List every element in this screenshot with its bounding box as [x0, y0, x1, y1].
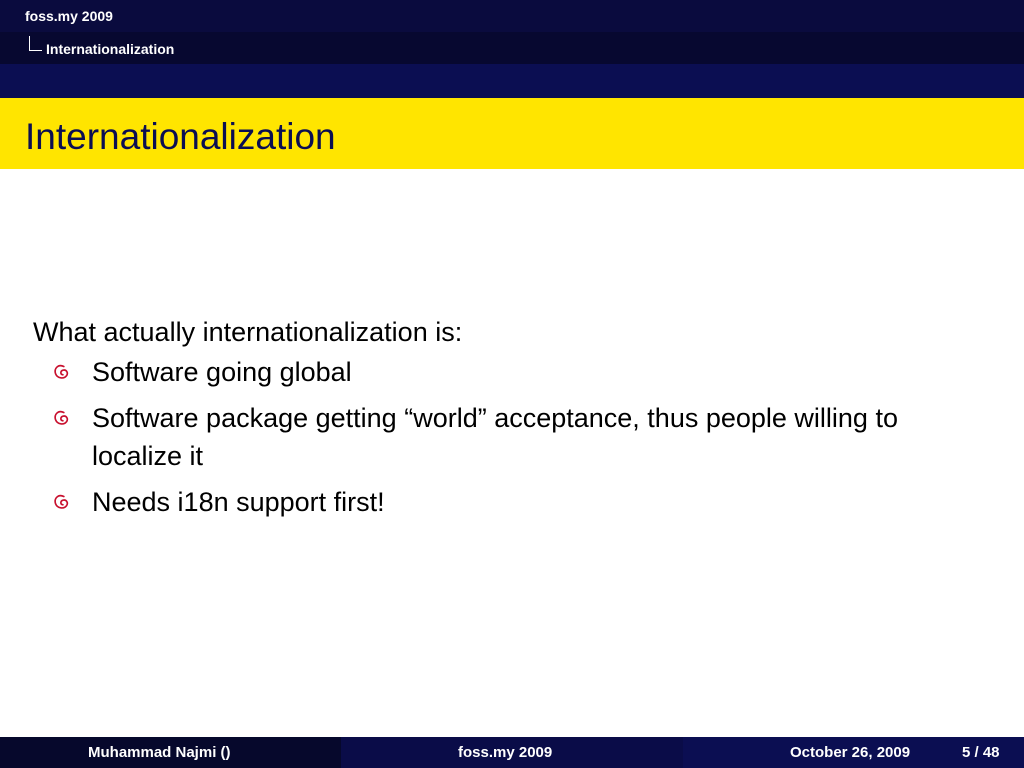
bullet-text: Needs i18n support first!	[92, 487, 385, 517]
bullet-text: Software package getting “world” accepta…	[92, 403, 898, 471]
debian-swirl-icon	[54, 494, 69, 509]
slide-title: Internationalization	[25, 116, 336, 157]
bullet-list: Software going global Software package g…	[33, 353, 993, 521]
nav-band	[0, 64, 1024, 98]
debian-swirl-icon	[54, 410, 69, 425]
list-item: Needs i18n support first!	[33, 483, 993, 521]
section-nav: Internationalization	[0, 32, 1024, 64]
section-link[interactable]: Internationalization	[46, 41, 174, 57]
conference-name[interactable]: foss.my 2009	[25, 8, 113, 24]
bullet-text: Software going global	[92, 357, 352, 387]
page-number: 5 / 48	[962, 744, 1000, 761]
debian-swirl-icon	[54, 364, 69, 379]
footer-author-cell: Muhammad Najmi ()	[0, 737, 341, 768]
footer-date-cell: October 26, 2009 5 / 48	[683, 737, 1024, 768]
footer-date: October 26, 2009	[790, 744, 911, 761]
tree-branch-icon	[29, 36, 42, 51]
intro-text: What actually internationalization is:	[33, 317, 463, 347]
list-item: Software going global	[33, 353, 993, 391]
footer-event: foss.my 2009	[458, 744, 553, 761]
footer-event-cell: foss.my 2009	[341, 737, 683, 768]
header-bar: foss.my 2009	[0, 0, 1024, 32]
footer-author: Muhammad Najmi ()	[88, 744, 231, 761]
title-bar: Internationalization	[0, 98, 1024, 169]
slide-content: What actually internationalization is: S…	[33, 315, 993, 529]
footer-bar: Muhammad Najmi () foss.my 2009 October 2…	[0, 737, 1024, 768]
list-item: Software package getting “world” accepta…	[33, 399, 993, 475]
